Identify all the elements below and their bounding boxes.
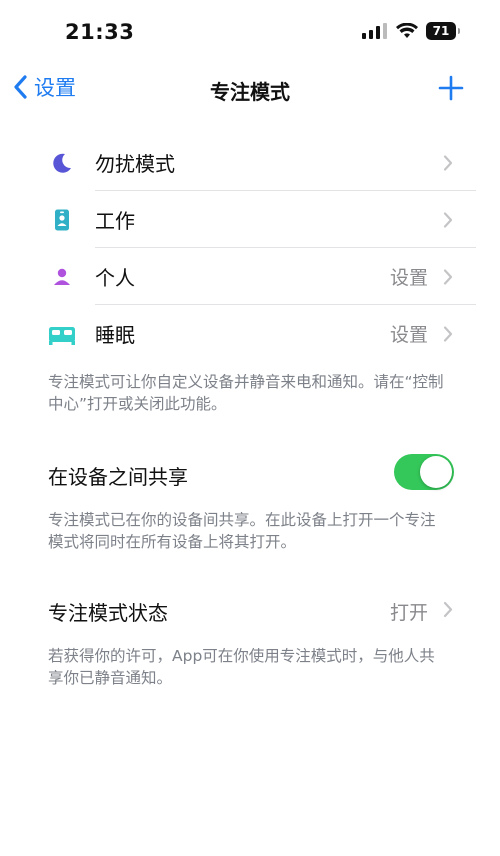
battery-icon: 71 [426, 22, 460, 40]
focus-item-personal[interactable]: 个人 设置 [0, 248, 500, 305]
person-icon [48, 263, 76, 291]
focus-mode-list: 勿扰模式 工作 个人 设置 睡眠 设置 [0, 134, 500, 362]
share-across-devices-toggle[interactable] [394, 454, 454, 490]
add-focus-button[interactable] [438, 75, 464, 105]
focus-item-sleep[interactable]: 睡眠 设置 [0, 305, 500, 362]
chevron-right-icon [443, 325, 453, 342]
status-bar: 21:33 71 [0, 0, 500, 68]
status-icons: 71 [362, 22, 460, 40]
moon-icon [48, 149, 76, 177]
focus-item-do-not-disturb[interactable]: 勿扰模式 [0, 134, 500, 191]
focus-item-work[interactable]: 工作 [0, 191, 500, 248]
wifi-icon [396, 23, 418, 38]
chevron-right-icon [443, 211, 453, 228]
focus-modes-footnote: 专注模式可让你自定义设备并静音来电和通知。请在“控制中心”打开或关闭此功能。 [48, 373, 444, 413]
badge-icon [48, 206, 76, 234]
plus-icon [438, 75, 464, 101]
bed-icon [48, 320, 76, 348]
focus-item-label: 睡眠 [95, 323, 135, 347]
focus-item-label: 工作 [95, 209, 135, 233]
share-footnote: 专注模式已在你的设备间共享。在此设备上打开一个专注模式将同时在所有设备上将其打开… [48, 511, 436, 551]
focus-item-label: 个人 [95, 266, 135, 290]
focus-status-row[interactable]: 专注模式状态 打开 [0, 588, 500, 632]
focus-status-footnote: 若获得你的许可，App可在你使用专注模式时，与他人共享你已静音通知。 [48, 647, 435, 687]
share-across-devices-row: 在设备之间共享 [0, 452, 500, 496]
cellular-signal-icon [362, 23, 387, 39]
chevron-right-icon [443, 268, 453, 285]
focus-status-label: 专注模式状态 [48, 601, 168, 625]
share-across-devices-label: 在设备之间共享 [48, 465, 188, 489]
chevron-right-icon [443, 601, 453, 618]
page-title: 专注模式 [210, 80, 290, 104]
focus-status-value: 打开 [389, 602, 428, 624]
focus-item-value: 设置 [389, 267, 428, 289]
focus-item-value: 设置 [389, 324, 428, 346]
chevron-right-icon [443, 154, 453, 171]
focus-item-label: 勿扰模式 [95, 152, 175, 176]
navigation-bar: 设置 专注模式 [0, 68, 500, 112]
toggle-knob [420, 456, 452, 488]
battery-level: 71 [432, 24, 450, 38]
status-time: 21:33 [65, 20, 135, 44]
